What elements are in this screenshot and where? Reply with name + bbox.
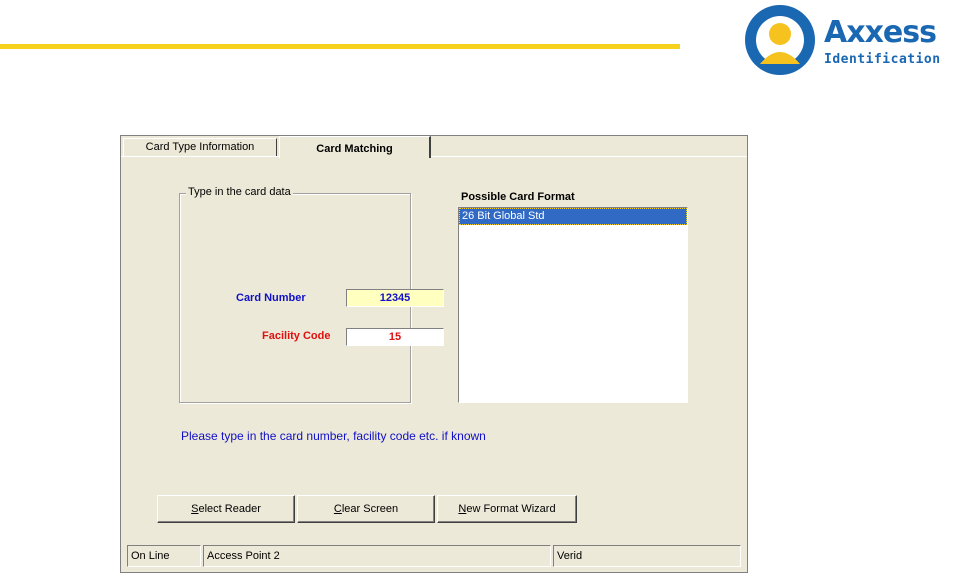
button-label: ew Format Wizard <box>466 503 556 515</box>
card-number-label: Card Number <box>236 292 306 304</box>
facility-code-field[interactable]: 15 <box>346 328 444 346</box>
status-user: Verid <box>553 545 741 567</box>
clear-screen-button[interactable]: Clear Screen <box>297 495 435 523</box>
button-label: lear Screen <box>341 503 399 515</box>
mnemonic: C <box>333 503 342 515</box>
tab-card-type-information[interactable]: Card Type Information <box>123 138 277 156</box>
header-divider <box>0 44 680 49</box>
button-label: elect Reader <box>198 503 261 515</box>
facility-code-label: Facility Code <box>262 330 331 342</box>
tab-divider <box>121 156 747 157</box>
tab-strip: Card Type Information Card Matching <box>121 136 747 158</box>
status-bar: On Line Access Point 2 Verid <box>121 545 747 571</box>
card-matching-window: Card Type Information Card Matching Type… <box>120 135 748 573</box>
card-data-group: Type in the card data Card Number 12345 … <box>179 186 444 403</box>
axxess-logo: Axxess Identification <box>738 0 959 80</box>
status-connection: On Line <box>127 545 201 567</box>
list-item[interactable]: 26 Bit Global Std <box>459 208 687 225</box>
select-reader-button[interactable]: Select Reader <box>157 495 295 523</box>
hint-text: Please type in the card number, facility… <box>181 429 486 443</box>
new-format-wizard-button[interactable]: New Format Wizard <box>437 495 577 523</box>
card-format-list[interactable]: 26 Bit Global Std <box>458 207 688 403</box>
logo-name: Axxess <box>824 15 937 50</box>
logo-subtitle: Identification <box>824 52 941 67</box>
status-access-point: Access Point 2 <box>203 545 551 567</box>
possible-card-format-title: Possible Card Format <box>461 191 575 203</box>
group-title: Type in the card data <box>186 186 293 198</box>
tab-card-matching[interactable]: Card Matching <box>279 136 431 158</box>
card-number-field[interactable]: 12345 <box>346 289 444 307</box>
person-icon <box>745 5 815 75</box>
